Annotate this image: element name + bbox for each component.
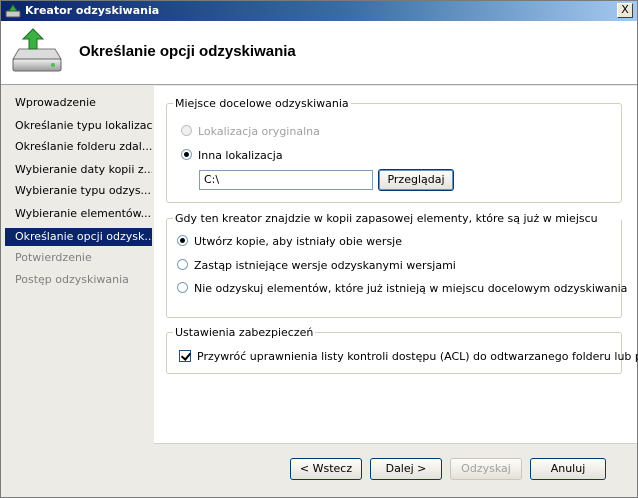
restore-drive-icon (12, 28, 62, 72)
step-select-items[interactable]: Wybieranie elementów... (5, 205, 152, 223)
original-location-label: Lokalizacja oryginalna (198, 125, 320, 138)
step-recovery-options[interactable]: Określanie opcji odzysk... (5, 228, 152, 246)
other-location-label: Inna lokalizacja (198, 149, 283, 162)
conflict-replace-radio[interactable] (177, 259, 188, 270)
destination-path-input[interactable]: C:\ (199, 170, 373, 190)
window-title: Kreator odzyskiwania (25, 4, 160, 17)
other-location-radio[interactable] (181, 149, 192, 160)
close-button[interactable]: X (617, 3, 633, 18)
conflict-skip-radio[interactable] (177, 282, 188, 293)
wizard-backup-icon (5, 4, 21, 18)
wizard-footer: < Wstecz Dalej > Odzyskaj Anuluj (154, 443, 637, 497)
back-button[interactable]: < Wstecz (290, 458, 362, 480)
step-recovery-progress: Postęp odzyskiwania (15, 273, 129, 286)
cancel-button[interactable]: Anuluj (530, 458, 606, 480)
step-backup-date[interactable]: Wybieranie daty kopii z... (5, 161, 152, 179)
acl-label: Przywróć uprawnienia listy kontroli dost… (197, 350, 638, 363)
conflict-legend: Gdy ten kreator znajdzie w kopii zapasow… (175, 212, 598, 224)
wizard-header: Określanie opcji odzyskiwania (1, 21, 637, 85)
conflict-option-skip[interactable]: Nie odzyskuj elementów, które już istnie… (177, 281, 627, 297)
conflict-copy-radio[interactable] (177, 235, 188, 246)
wizard-steps-sidebar: Wprowadzenie Określanie typu lokalizacji… (1, 86, 154, 497)
security-legend: Ustawienia zabezpieczeń (175, 326, 314, 339)
page-title: Określanie opcji odzyskiwania (79, 43, 296, 60)
acl-checkbox[interactable] (179, 350, 191, 362)
options-panel: Miejsce docelowe odzyskiwania Lokalizacj… (154, 86, 638, 443)
destination-legend: Miejsce docelowe odzyskiwania (175, 97, 349, 110)
conflict-replace-label: Zastąp istniejące wersje odzyskanymi wer… (194, 259, 456, 272)
acl-option[interactable]: Przywróć uprawnienia listy kontroli dost… (179, 349, 638, 365)
other-location-option[interactable]: Inna lokalizacja (181, 148, 283, 164)
conflict-option-replace[interactable]: Zastąp istniejące wersje odzyskanymi wer… (177, 258, 456, 274)
next-button[interactable]: Dalej > (370, 458, 442, 480)
step-recovery-type[interactable]: Wybieranie typu odzys... (5, 182, 152, 200)
original-location-radio (181, 125, 192, 136)
step-remote-folder[interactable]: Określanie folderu zdal... (5, 138, 152, 156)
step-introduction[interactable]: Wprowadzenie (5, 94, 152, 112)
browse-button[interactable]: Przeglądaj (378, 169, 454, 191)
title-bar: Kreator odzyskiwania X (1, 1, 637, 21)
conflict-skip-label: Nie odzyskuj elementów, które już istnie… (194, 282, 628, 295)
original-location-option: Lokalizacja oryginalna (181, 124, 320, 140)
conflict-copy-label: Utwórz kopie, aby istniały obie wersje (194, 235, 402, 248)
wizard-window: Kreator odzyskiwania X Określanie opcji … (0, 0, 638, 498)
close-icon: X (621, 3, 629, 16)
step-location-type[interactable]: Określanie typu lokalizacji (5, 117, 152, 135)
step-confirmation: Potwierdzenie (15, 251, 92, 264)
recover-button: Odzyskaj (450, 458, 522, 480)
conflict-option-copy[interactable]: Utwórz kopie, aby istniały obie wersje (177, 234, 402, 250)
